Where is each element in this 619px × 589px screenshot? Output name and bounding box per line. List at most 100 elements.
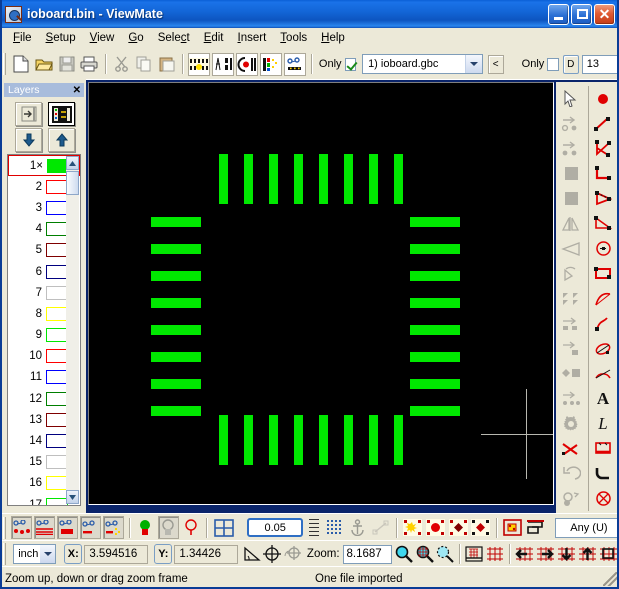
x-axis-button[interactable]: X: [64,544,83,564]
bottom-toolbar-grip[interactable] [3,516,7,539]
aperture-icon[interactable] [236,52,259,76]
pan-up-icon[interactable] [578,543,597,566]
zoom-grid-icon[interactable] [486,543,505,566]
layer-color-swatch[interactable] [46,285,68,300]
pointer-arrow-icon[interactable] [558,86,584,111]
flash-red-icon[interactable] [425,516,446,539]
center-target-icon[interactable] [263,543,282,566]
prev-file-button[interactable]: < [487,54,504,74]
solid-square-icon[interactable] [558,186,584,211]
layer-colors-icon[interactable] [48,102,75,126]
layer-show-icon[interactable] [15,102,42,126]
pad-bottom-8[interactable] [394,415,403,465]
flash-select-icon[interactable] [402,516,423,539]
menu-item-view[interactable]: View [83,30,122,46]
pad-right-1[interactable] [410,217,460,227]
pad-bottom-7[interactable] [369,415,378,465]
zoom-extents-icon[interactable] [599,543,618,566]
draw-triangle-fill-icon[interactable] [590,186,616,211]
aperture-field[interactable]: Any (U) [554,517,619,538]
copy-objects-icon[interactable] [558,136,584,161]
units-select[interactable]: inch [13,544,57,564]
draw-flash-icon[interactable] [590,86,616,111]
menu-item-file[interactable]: FFileile [6,30,39,46]
step-repeat-icon[interactable] [558,311,584,336]
pan-down-icon[interactable] [557,543,576,566]
pad-left-6[interactable] [151,352,201,362]
menu-item-help[interactable]: Help [314,30,352,46]
zoom-window-icon[interactable] [415,543,434,566]
y-axis-button[interactable]: Y: [154,544,173,564]
minimize-button[interactable] [548,3,569,25]
drawing-canvas-container[interactable] [88,82,554,505]
pad-top-5[interactable] [319,154,328,204]
copy-icon[interactable] [133,53,154,76]
pad-bottom-2[interactable] [244,415,253,465]
menu-item-tools[interactable]: Tools [273,30,314,46]
d-code-field[interactable]: 13 [581,54,619,74]
open-folder-icon[interactable] [33,53,54,76]
menu-item-go[interactable]: Go [121,30,150,46]
pad-right-5[interactable] [410,325,460,335]
array-icon[interactable] [558,386,584,411]
layer-color-swatch[interactable] [46,391,68,406]
text-a-icon[interactable]: A [590,386,616,411]
grid-dots-icon[interactable] [325,516,346,539]
snap-icon[interactable] [558,336,584,361]
layer-color-swatch[interactable] [46,476,68,491]
drc-green-icon[interactable] [135,516,156,539]
d-code-button[interactable]: D [562,54,579,74]
netlist-icon[interactable] [284,52,307,76]
drc-gray-icon[interactable] [157,516,179,539]
pad-right-4[interactable] [410,298,460,308]
pad-bottom-3[interactable] [269,415,278,465]
close-icon[interactable]: ✕ [73,85,81,96]
pad-top-4[interactable] [294,154,303,204]
print-icon[interactable] [79,53,100,76]
measure-icon[interactable] [212,52,235,76]
draw-line-icon[interactable] [590,111,616,136]
menu-item-select[interactable]: Select [151,30,197,46]
scroll-thumb[interactable] [66,171,79,195]
text-l-icon[interactable]: L [590,411,616,436]
vector-icon[interactable] [370,516,391,539]
pan-left-icon[interactable] [515,543,534,566]
drc-red-icon[interactable] [181,516,202,539]
layer-color-swatch[interactable] [46,243,68,258]
move-to-icon[interactable] [558,111,584,136]
coordbar-grip[interactable] [3,543,7,565]
layer-scrollbar[interactable] [66,156,79,504]
undo-icon[interactable] [558,461,584,486]
query-icon[interactable] [558,486,584,511]
pad-left-8[interactable] [151,406,201,416]
origin-target-icon[interactable] [283,543,302,566]
pad-left-1[interactable] [151,217,201,227]
layer-color-swatch[interactable] [46,179,68,194]
pad-top-3[interactable] [269,154,278,204]
layer-color-swatch[interactable] [46,328,68,343]
grid-stepper-icon[interactable] [309,518,319,537]
pad-top-1[interactable] [219,154,228,204]
layer-color-swatch[interactable] [46,455,68,470]
menu-item-edit[interactable]: Edit [197,30,231,46]
anchor-icon[interactable] [347,516,368,539]
layer-color-swatch[interactable] [46,200,68,215]
netlist-small-icon[interactable] [79,516,101,539]
x-coordinate-field[interactable]: 3.594516 [84,544,149,564]
draw-curve-icon[interactable] [590,311,616,336]
zoom-value-field[interactable]: 8.1687 [342,544,392,564]
scroll-down-button[interactable] [66,490,79,504]
pad-right-2[interactable] [410,244,460,254]
layer-color-swatch[interactable] [46,497,68,505]
layer-color-swatch[interactable] [46,222,68,237]
netlist-lines-icon[interactable] [33,516,55,539]
close-button[interactable]: ✕ [594,3,615,25]
layer-color-swatch[interactable] [46,434,68,449]
draw-arc-icon[interactable] [590,286,616,311]
fill-square-icon[interactable] [558,161,584,186]
grid-frame-icon[interactable] [212,516,236,539]
pad-bottom-4[interactable] [294,415,303,465]
pad-bottom-5[interactable] [319,415,328,465]
zoom-fit-icon[interactable] [465,543,484,566]
layer-down-icon[interactable] [15,128,42,152]
